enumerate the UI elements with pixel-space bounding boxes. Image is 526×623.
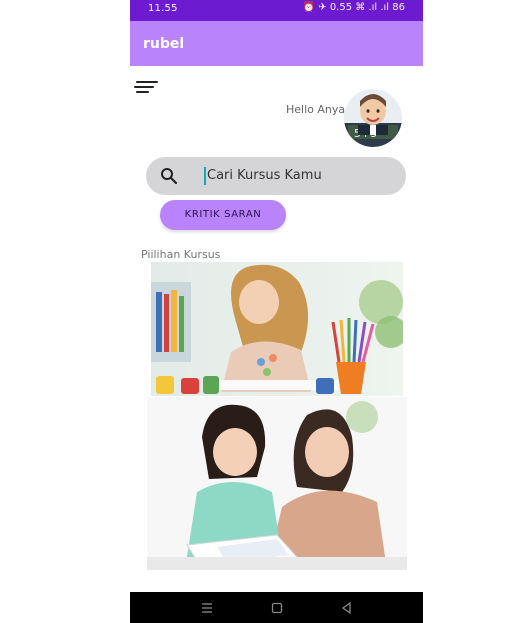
course-image-mother-reading[interactable] [147, 397, 407, 570]
menu-line [134, 86, 154, 88]
app-bar: rubel [130, 21, 423, 66]
system-nav-bar [130, 592, 423, 623]
status-icons: ⏰ ✈ 0.55 ⌘ .ıl .ıl 86 [302, 2, 405, 13]
phone-screen: 11.55 ⏰ ✈ 0.55 ⌘ .ıl .ıl 86 rubel Hello … [130, 0, 423, 623]
home-icon[interactable] [270, 601, 284, 615]
section-title: Piilihan Kursus [141, 248, 221, 261]
status-time: 11.55 [148, 3, 178, 14]
course-image [151, 262, 407, 396]
search-bar[interactable]: Cari Kursus Kamu [146, 157, 406, 195]
recent-apps-icon[interactable] [200, 601, 214, 615]
menu-line [136, 91, 149, 93]
text-cursor [204, 167, 206, 185]
menu-icon[interactable] [134, 81, 158, 95]
status-bar: 11.55 ⏰ ✈ 0.55 ⌘ .ıl .ıl 86 [130, 0, 423, 21]
course-image-girl-drawing[interactable] [151, 262, 407, 396]
search-icon [161, 168, 178, 185]
avatar[interactable]: 5+5 [344, 89, 402, 147]
search-input[interactable]: Cari Kursus Kamu [207, 168, 322, 183]
menu-line [136, 81, 158, 83]
kritik-saran-label: KRITIK SARAN [184, 209, 262, 220]
app-title: rubel [143, 36, 185, 52]
back-icon[interactable] [340, 601, 354, 615]
course-image [147, 397, 407, 570]
kritik-saran-button[interactable]: KRITIK SARAN [160, 200, 286, 230]
greeting-text: Hello Anya [286, 103, 346, 116]
avatar-image: 5+5 [344, 89, 402, 147]
